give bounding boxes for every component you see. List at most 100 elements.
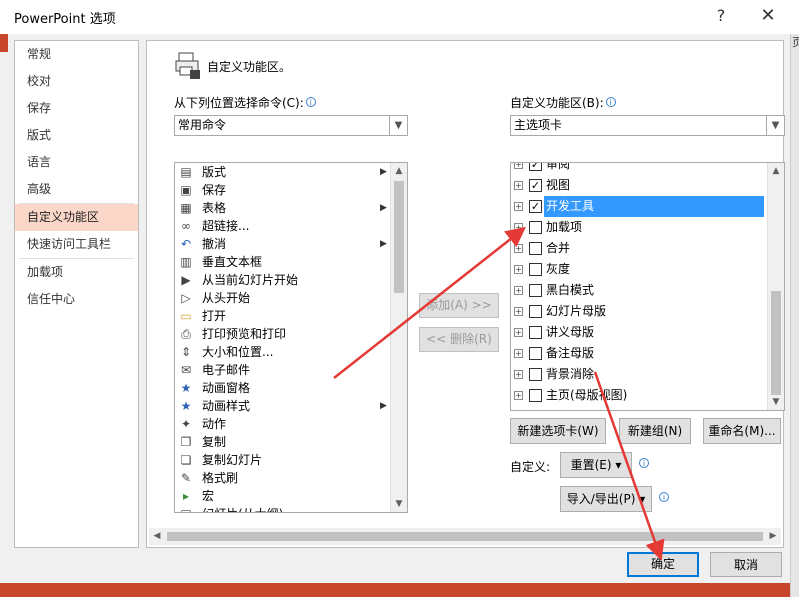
chevron-right-icon: ▶: [380, 401, 387, 411]
checkbox[interactable]: [529, 284, 542, 297]
scroll-thumb[interactable]: [167, 532, 763, 541]
expand-icon[interactable]: +: [514, 202, 523, 211]
tree-item[interactable]: + 背景消除: [511, 364, 769, 385]
nav-item[interactable]: 保存: [15, 95, 138, 122]
list-item[interactable]: ❏ 复制幻灯片: [175, 451, 407, 469]
expand-icon[interactable]: +: [514, 244, 523, 253]
checkbox[interactable]: [529, 242, 542, 255]
ribbon-tabs-tree[interactable]: + ✓ 审阅 + ✓ 视图 + ✓ 开发工具 + 加载项 + 合并 + 灰度 + 黑白模式 + 幻灯片母版 + 讲义母版…: [510, 162, 785, 411]
list-item[interactable]: ▥ 垂直文本框: [175, 253, 407, 271]
list-item[interactable]: ★ 动画样式 ▶: [175, 397, 407, 415]
tree-item[interactable]: + 黑白模式: [511, 280, 769, 301]
expand-icon[interactable]: +: [514, 181, 523, 190]
expand-icon[interactable]: +: [514, 223, 523, 232]
scroll-down-icon[interactable]: ▼: [768, 394, 784, 410]
checkbox[interactable]: [529, 305, 542, 318]
commands-scrollbar[interactable]: ▲ ▼: [390, 163, 407, 512]
expand-icon[interactable]: +: [514, 286, 523, 295]
list-item[interactable]: ❐ 复制: [175, 433, 407, 451]
scroll-right-icon[interactable]: ▶: [765, 528, 781, 545]
scroll-left-icon[interactable]: ◀: [149, 528, 165, 545]
list-item[interactable]: ▤ 幻灯片(从大纲)...: [175, 505, 407, 512]
new-group-button[interactable]: 新建组(N): [619, 418, 691, 444]
nav-item[interactable]: 高级: [15, 176, 138, 203]
choose-commands-combo[interactable]: 常用命令 ▼: [174, 115, 408, 136]
import-export-button[interactable]: 导入/导出(P) ▾: [560, 486, 652, 512]
nav-item[interactable]: 版式: [15, 122, 138, 149]
expand-icon[interactable]: +: [514, 370, 523, 379]
list-item[interactable]: ▸ 宏: [175, 487, 407, 505]
checkbox[interactable]: [529, 221, 542, 234]
scroll-up-icon[interactable]: ▲: [391, 163, 407, 179]
checkbox[interactable]: ✓: [529, 200, 542, 213]
remove-button[interactable]: << 删除(R): [419, 327, 499, 352]
nav-item[interactable]: 常规: [15, 41, 138, 68]
expand-icon[interactable]: +: [514, 328, 523, 337]
nav-item[interactable]: 快速访问工具栏: [15, 231, 138, 258]
list-item[interactable]: ✎ 格式刷: [175, 469, 407, 487]
nav-item[interactable]: 自定义功能区: [15, 204, 138, 231]
checkbox[interactable]: ✓: [529, 179, 542, 192]
tree-item[interactable]: + 灰度: [511, 259, 769, 280]
scroll-down-icon[interactable]: ▼: [391, 496, 407, 512]
help-button[interactable]: ?: [708, 4, 734, 28]
cancel-button[interactable]: 取消: [710, 552, 782, 577]
customize-ribbon-combo[interactable]: 主选项卡 ▼: [510, 115, 785, 136]
list-item[interactable]: ▷ 从头开始: [175, 289, 407, 307]
nav-item[interactable]: 加载项: [15, 259, 138, 286]
tree-item[interactable]: + ✓ 审阅: [511, 163, 769, 175]
reset-button[interactable]: 重置(E) ▾: [560, 452, 632, 478]
expand-icon[interactable]: +: [514, 349, 523, 358]
scroll-up-icon[interactable]: ▲: [768, 163, 784, 179]
list-item[interactable]: ★ 动画窗格: [175, 379, 407, 397]
list-item[interactable]: ▦ 表格 ▶: [175, 199, 407, 217]
expand-icon[interactable]: +: [514, 163, 523, 169]
list-item[interactable]: ✦ 动作: [175, 415, 407, 433]
list-item[interactable]: ▶ 从当前幻灯片开始: [175, 271, 407, 289]
checkbox[interactable]: [529, 326, 542, 339]
expand-icon[interactable]: +: [514, 265, 523, 274]
nav-item[interactable]: 信任中心: [15, 286, 138, 313]
list-item[interactable]: ↶ 撤消 ▶: [175, 235, 407, 253]
list-item[interactable]: ▣ 保存: [175, 181, 407, 199]
checkbox[interactable]: [529, 389, 542, 402]
checkbox[interactable]: [529, 347, 542, 360]
tree-item-label: 视图: [546, 178, 571, 192]
list-item[interactable]: ∞ 超链接...: [175, 217, 407, 235]
tree-item[interactable]: + 讲义母版: [511, 322, 769, 343]
list-item[interactable]: ▤ 版式 ▶: [175, 163, 407, 181]
nav-item[interactable]: 语言: [15, 149, 138, 176]
scroll-thumb[interactable]: [394, 181, 404, 293]
tree-item[interactable]: + 合并: [511, 238, 769, 259]
chevron-down-icon[interactable]: ▼: [389, 116, 407, 135]
checkbox[interactable]: ✓: [529, 163, 542, 171]
choose-commands-label: 从下列位置选择命令(C): i: [174, 94, 316, 111]
new-tab-button[interactable]: 新建选项卡(W): [510, 418, 606, 444]
list-item[interactable]: ✉ 电子邮件: [175, 361, 407, 379]
scroll-thumb[interactable]: [771, 291, 781, 395]
slideshow-current-icon: ▶: [181, 273, 191, 287]
list-item[interactable]: ▭ 打开: [175, 307, 407, 325]
horizontal-scrollbar[interactable]: ◀ ▶: [149, 528, 781, 545]
checkbox[interactable]: [529, 263, 542, 276]
nav-item[interactable]: 校对: [15, 68, 138, 95]
tree-item[interactable]: + 主页(母版视图): [511, 385, 769, 406]
checkbox[interactable]: [529, 368, 542, 381]
list-item[interactable]: ⎙ 打印预览和打印: [175, 325, 407, 343]
add-button[interactable]: 添加(A) >>: [419, 293, 499, 318]
chevron-down-icon[interactable]: ▼: [766, 116, 784, 135]
close-button[interactable]: ✕: [755, 4, 781, 28]
tree-item[interactable]: + ✓ 开发工具: [511, 196, 769, 217]
tree-item[interactable]: + ✓ 视图: [511, 175, 769, 196]
ok-button[interactable]: 确定: [627, 552, 699, 577]
commands-list[interactable]: ▤ 版式 ▶ ▣ 保存 ▦ 表格 ▶ ∞ 超链接... ↶ 撤消 ▶ ▥ 垂直文本框 ▶ 从当前幻灯片开始 ▷ 从头…: [174, 162, 408, 513]
tabs-scrollbar[interactable]: ▲ ▼: [767, 163, 784, 410]
expand-icon[interactable]: +: [514, 307, 523, 316]
list-item-label: 宏: [202, 489, 215, 503]
expand-icon[interactable]: +: [514, 391, 523, 400]
list-item[interactable]: ⇕ 大小和位置...: [175, 343, 407, 361]
tree-item[interactable]: + 幻灯片母版: [511, 301, 769, 322]
rename-button[interactable]: 重命名(M)...: [703, 418, 781, 444]
tree-item[interactable]: + 备注母版: [511, 343, 769, 364]
tree-item[interactable]: + 加载项: [511, 217, 769, 238]
